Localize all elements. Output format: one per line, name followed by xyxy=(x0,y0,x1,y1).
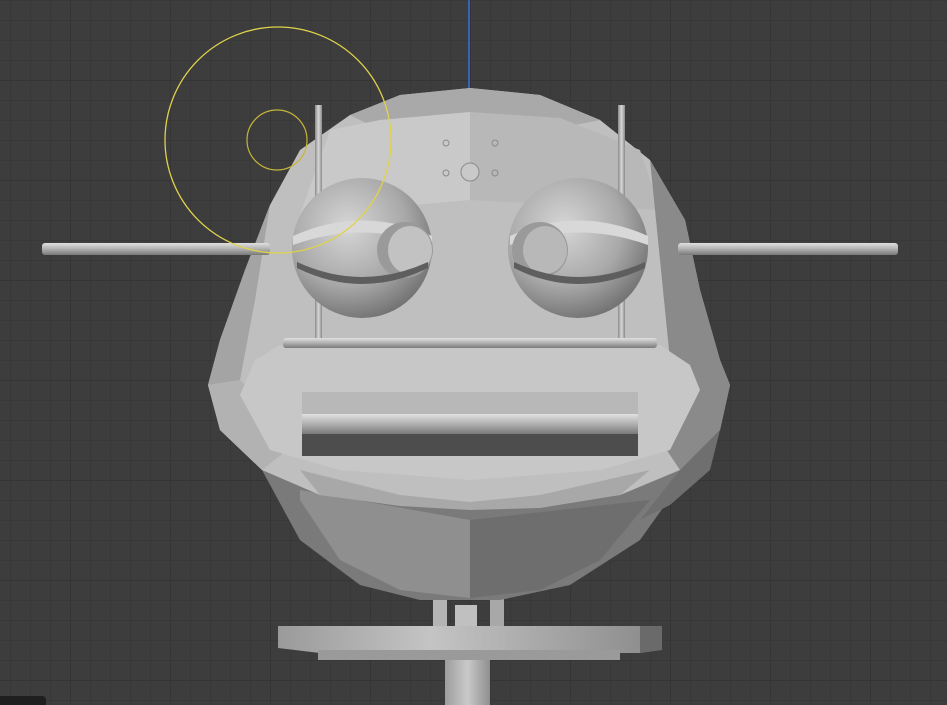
3d-viewport[interactable] xyxy=(0,0,947,705)
corner-panel-tab[interactable] xyxy=(0,696,46,705)
right-side-rod[interactable] xyxy=(678,243,898,255)
scene-render[interactable] xyxy=(0,0,947,705)
base-stand[interactable] xyxy=(278,596,662,705)
right-eye[interactable] xyxy=(508,178,648,318)
brow-bar[interactable] xyxy=(283,338,657,348)
mouth-slot[interactable] xyxy=(302,392,638,456)
